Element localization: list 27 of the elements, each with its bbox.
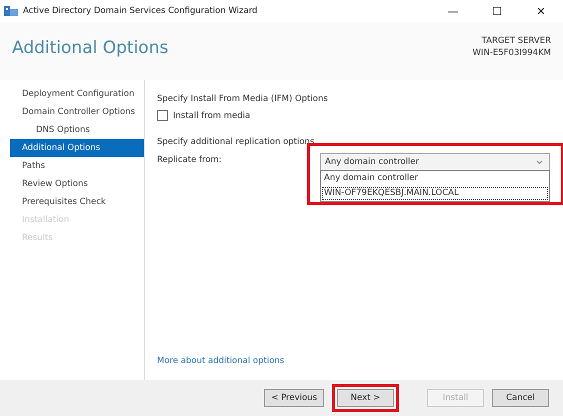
replicate-from-label: Replicate from: [157, 155, 223, 167]
sidebar-item[interactable]: Paths [10, 157, 144, 175]
sidebar-item[interactable]: Prerequisites Check [10, 193, 144, 211]
maximize-button[interactable]: ☐ [475, 4, 519, 18]
window-title: Active Directory Domain Services Configuration Wizard [23, 6, 258, 16]
app-icon [4, 5, 18, 17]
close-button[interactable]: ✕ [519, 4, 563, 18]
wizard-button[interactable]: Next > [337, 389, 394, 407]
dropdown-option[interactable]: Any domain controller [321, 171, 549, 186]
checkbox-label[interactable]: Install from media [173, 110, 250, 120]
checkbox[interactable] [157, 110, 168, 121]
ifm-heading: Specify Install From Media (IFM) Options [157, 94, 329, 104]
chevron-icon [536, 160, 543, 164]
more-info-link[interactable]: More about additional options [157, 356, 551, 366]
sidebar-item[interactable]: Deployment Configuration [10, 85, 144, 103]
sidebar-item[interactable]: Domain Controller Options [10, 103, 144, 121]
target-server-label: TARGET SERVER [482, 36, 551, 46]
minimize-button[interactable]: — [431, 4, 475, 18]
dropdown-option[interactable]: WIN-OF79EKQESBJ.MAIN.LOCAL [321, 186, 549, 201]
wizard-button[interactable]: < Previous [264, 389, 324, 407]
page-title: Additional Options [12, 38, 168, 58]
sidebar-item[interactable]: Additional Options [10, 139, 144, 157]
replicate-dropdown[interactable]: Any domain controller [320, 153, 550, 171]
wizard-button[interactable]: Cancel [492, 389, 549, 407]
sidebar-item[interactable]: DNS Options [10, 121, 144, 139]
target-server-name: WIN-E5F03I994KM [472, 48, 551, 58]
sidebar-item[interactable]: Review Options [10, 175, 144, 193]
